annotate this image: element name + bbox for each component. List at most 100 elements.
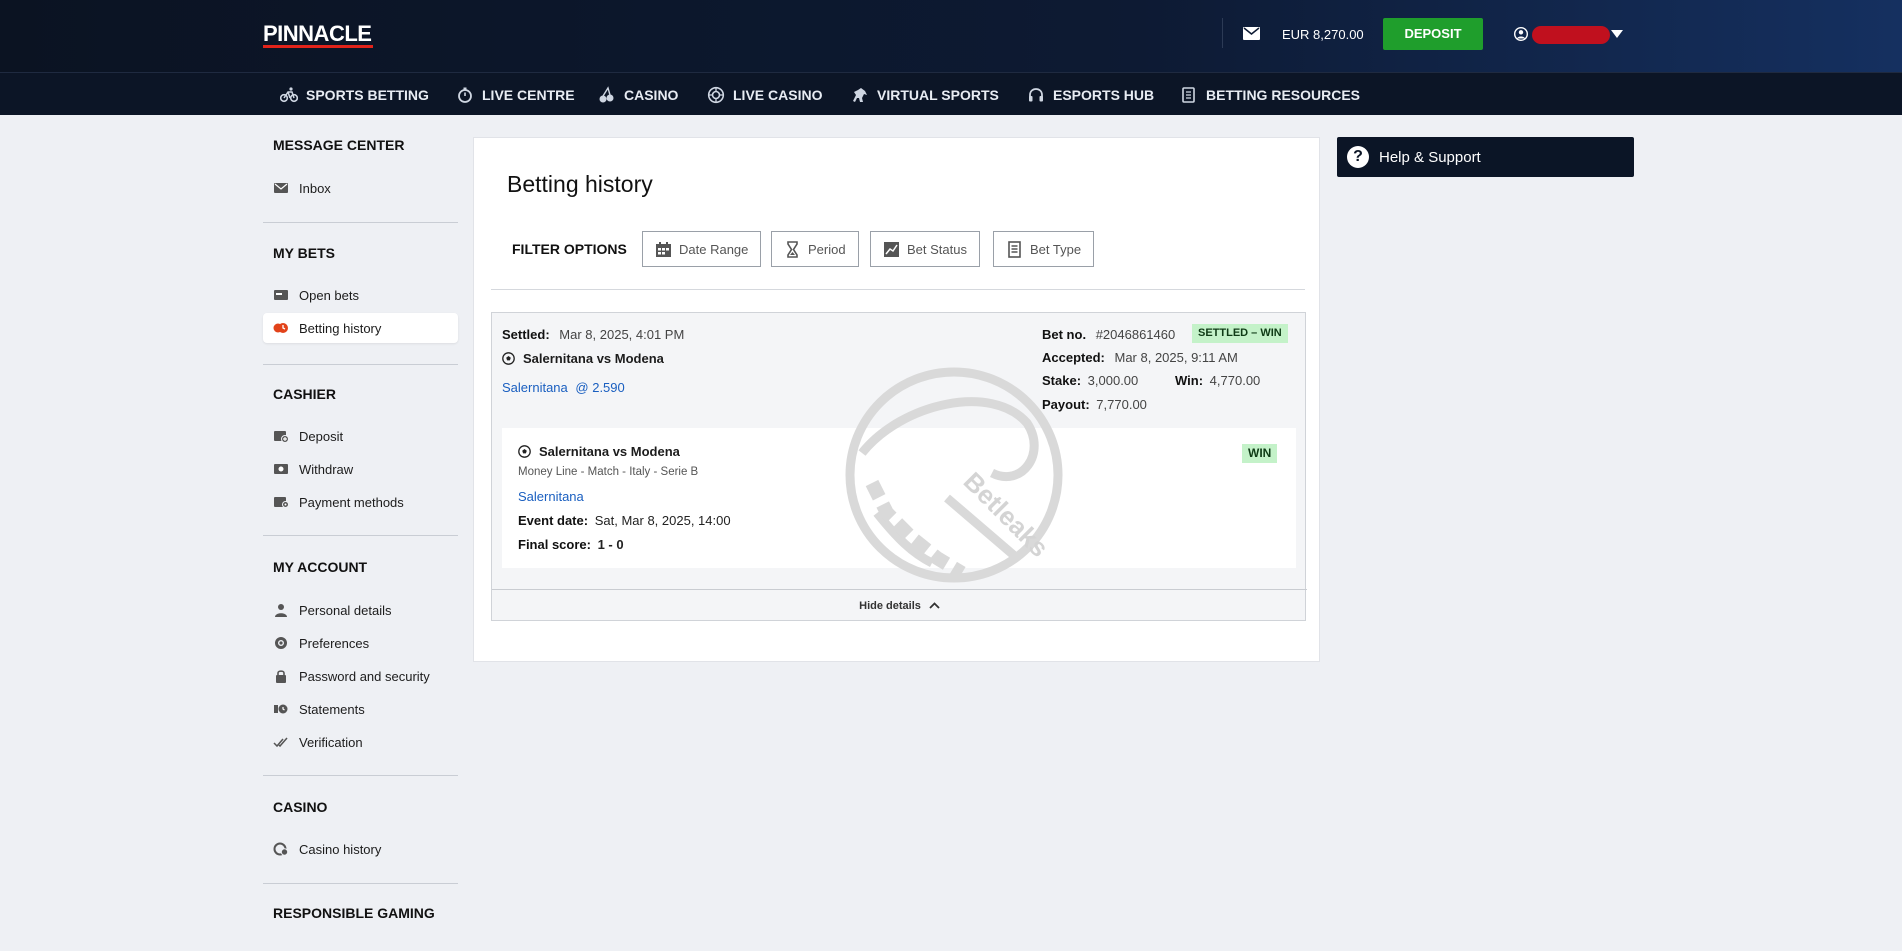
nav-esports-hub[interactable]: ESPORTS HUB (1027, 73, 1154, 116)
final-score-row: Final score: 1 - 0 (518, 537, 624, 552)
section-title-responsible-gaming: RESPONSIBLE GAMING (273, 905, 435, 921)
settled-label: Settled: (502, 327, 550, 342)
sidebar-item-verification[interactable]: Verification (263, 727, 458, 757)
filter-label: Date Range (679, 241, 749, 257)
event-date-label: Event date: (518, 513, 589, 528)
header-divider (1222, 18, 1223, 48)
selection-row[interactable]: Salernitana @ 2.590 (502, 380, 625, 395)
top-header: PINNACLE EUR 8,270.00 DEPOSIT (0, 0, 1902, 72)
bet-number-value: #2046861460 (1095, 327, 1176, 342)
accepted-row: Accepted: Mar 8, 2025, 9:11 AM (1042, 350, 1238, 365)
filter-date-range-button[interactable]: Date Range (642, 231, 762, 267)
sidebar-item-betting-history[interactable]: Betting history (263, 313, 458, 343)
nav-live-casino[interactable]: LIVE CASINO (707, 73, 822, 116)
sidebar-item-password-security[interactable]: Password and security (263, 661, 458, 691)
help-support-label: Help & Support (1379, 148, 1481, 166)
sidebar-item-label: Verification (299, 734, 363, 750)
deposit-icon (274, 431, 289, 443)
pinnacle-logo[interactable]: PINNACLE (263, 21, 372, 47)
main-nav: SPORTS BETTING LIVE CENTRE CASINO LIVE C… (0, 72, 1902, 115)
withdraw-icon (274, 464, 288, 474)
soccer-ball-icon (518, 445, 531, 458)
help-support-button[interactable]: ? Help & Support (1337, 137, 1634, 177)
chevron-down-icon[interactable] (1611, 30, 1623, 38)
person-icon (275, 604, 287, 617)
sidebar-item-label: Password and security (299, 668, 430, 684)
horse-icon (853, 87, 867, 102)
nav-sports-betting[interactable]: SPORTS BETTING (280, 73, 429, 116)
section-title-my-account: MY ACCOUNT (273, 559, 368, 575)
leg-selection[interactable]: Salernitana (518, 489, 584, 504)
divider (263, 775, 458, 776)
nav-label: LIVE CASINO (733, 86, 823, 103)
filter-period-button[interactable]: Period (771, 231, 859, 267)
sidebar-item-label: Withdraw (299, 461, 354, 477)
sidebar-item-label: Payment methods (299, 494, 404, 510)
payout-row: Payout: 7,770.00 (1042, 397, 1147, 412)
hide-details-label: Hide details (859, 599, 921, 612)
nav-label: VIRTUAL SPORTS (877, 86, 999, 103)
deposit-button[interactable]: DEPOSIT (1383, 18, 1483, 50)
chart-icon (884, 241, 899, 257)
nav-virtual-sports[interactable]: VIRTUAL SPORTS (851, 73, 999, 116)
selection-name[interactable]: Salernitana (502, 380, 568, 395)
nav-label: CASINO (624, 86, 679, 103)
filter-label: Period (808, 241, 846, 257)
hide-details-toggle[interactable]: Hide details (492, 589, 1307, 621)
sidebar-item-withdraw[interactable]: Withdraw (263, 454, 458, 484)
nav-label: SPORTS BETTING (306, 86, 429, 103)
win-value: 4,770.00 (1209, 373, 1261, 388)
sidebar-item-label: Preferences (299, 635, 370, 651)
filter-bet-type-button[interactable]: Bet Type (993, 231, 1095, 267)
filter-bet-status-button[interactable]: Bet Status (870, 231, 980, 267)
sidebar-item-open-bets[interactable]: Open bets (263, 280, 458, 310)
sidebar-item-label: Open bets (299, 287, 359, 303)
username-redacted[interactable] (1532, 26, 1610, 44)
nav-label: BETTING RESOURCES (1206, 86, 1361, 103)
hourglass-icon (787, 240, 798, 258)
sidebar-item-payment-methods[interactable]: Payment methods (263, 487, 458, 517)
leg-match-name: Salernitana vs Modena (539, 444, 680, 459)
sidebar-item-casino-history[interactable]: Casino history (263, 834, 458, 864)
sidebar-item-personal-details[interactable]: Personal details (263, 595, 458, 625)
bet-leg-details: Salernitana vs Modena Money Line - Match… (502, 428, 1296, 568)
book-icon (1182, 86, 1195, 103)
casino-history-icon (273, 842, 289, 856)
sidebar-item-deposit[interactable]: Deposit (263, 421, 458, 451)
payout-value: 7,770.00 (1096, 397, 1147, 412)
mail-icon[interactable] (1243, 27, 1260, 40)
nav-label: LIVE CENTRE (482, 86, 575, 103)
stake-value: 3,000.00 (1087, 373, 1139, 388)
settled-row: Settled: Mar 8, 2025, 4:01 PM (502, 327, 684, 342)
stopwatch-icon (458, 87, 472, 103)
section-title-casino: CASINO (273, 799, 328, 815)
bicycle-icon (280, 86, 298, 102)
ticket-icon (274, 290, 288, 300)
settled-value: Mar 8, 2025, 4:01 PM (559, 327, 685, 342)
lock-icon (276, 670, 286, 683)
payout-label: Payout: (1042, 397, 1090, 412)
mail-icon (274, 183, 288, 193)
sidebar-item-statements[interactable]: Statements (263, 694, 458, 724)
divider (491, 289, 1305, 290)
sidebar-item-preferences[interactable]: Preferences (263, 628, 458, 658)
bet-number-row: Bet no. #2046861460 (1042, 327, 1175, 342)
win-label: Win: (1175, 373, 1204, 388)
nav-casino[interactable]: CASINO (598, 73, 678, 116)
sidebar-item-label: Personal details (299, 602, 392, 618)
payment-methods-icon (274, 497, 289, 508)
result-badge: WIN (1242, 444, 1278, 463)
match-name: Salernitana vs Modena (523, 351, 664, 366)
stake-row: Stake: 3,000.00 (1042, 373, 1138, 388)
accepted-label: Accepted: (1042, 350, 1105, 365)
sidebar-item-inbox[interactable]: Inbox (263, 173, 458, 203)
stake-label: Stake: (1042, 373, 1082, 388)
nav-live-centre[interactable]: LIVE CENTRE (456, 73, 575, 116)
event-date-value: Sat, Mar 8, 2025, 14:00 (594, 513, 731, 528)
nav-betting-resources[interactable]: BETTING RESOURCES (1180, 73, 1360, 116)
user-icon[interactable] (1514, 27, 1528, 41)
question-icon: ? (1347, 146, 1369, 168)
calendar-icon (656, 241, 671, 257)
page-title: Betting history (507, 171, 653, 197)
section-title-cashier: CASHIER (273, 386, 337, 402)
